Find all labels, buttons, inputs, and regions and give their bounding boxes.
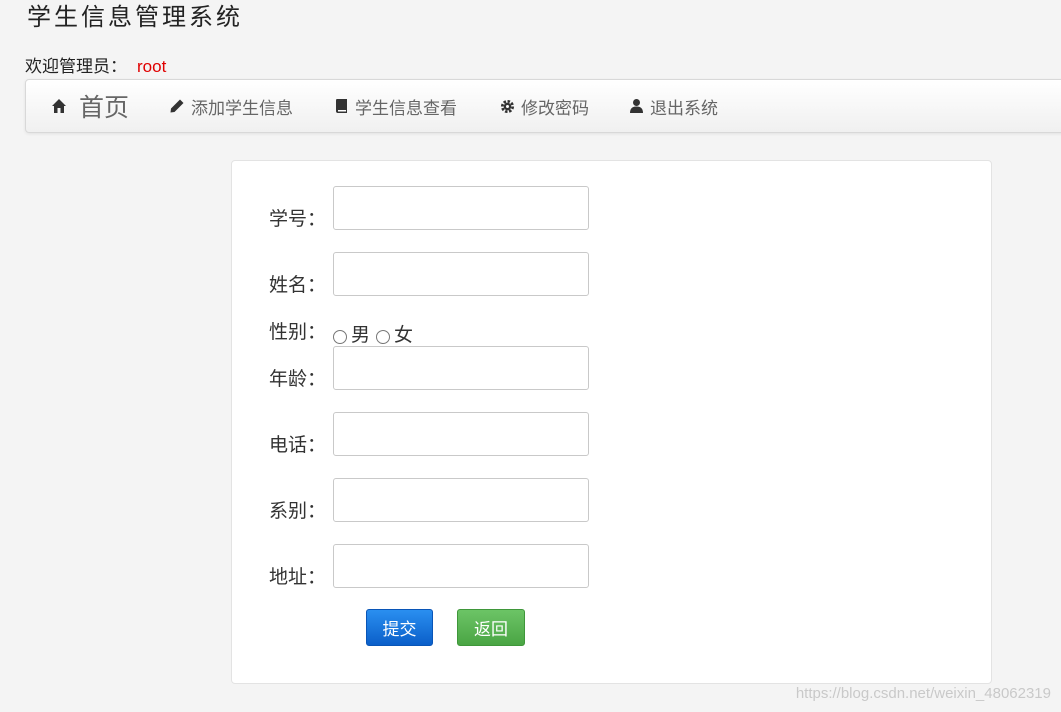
nav-home-label: 首页 [79, 93, 130, 122]
address-label: 地址： [269, 566, 327, 588]
user-icon [630, 99, 643, 113]
age-input[interactable] [333, 346, 589, 390]
phone-label: 电话： [269, 434, 327, 456]
username: root [137, 57, 167, 76]
gender-male-label: 男 [351, 324, 371, 346]
welcome-label: 欢迎管理员： [25, 57, 127, 77]
address-input[interactable] [333, 544, 589, 588]
back-button[interactable]: 返回 [457, 609, 525, 646]
pencil-icon [170, 99, 184, 113]
book-icon [336, 99, 347, 113]
gender-label: 性别： [269, 321, 327, 343]
app-title: 学生信息管理系统 [27, 3, 243, 31]
gender-female-label: 女 [394, 324, 414, 346]
nav-view-students[interactable]: 学生信息查看 [335, 80, 457, 132]
nav-change-password[interactable]: 修改密码 [500, 80, 589, 132]
nav-add-student-label: 添加学生信息 [191, 98, 293, 119]
watermark: https://blog.csdn.net/weixin_48062319 [795, 685, 1051, 702]
nav-home[interactable]: 首页 [51, 80, 129, 132]
gender-female-radio[interactable] [376, 329, 391, 344]
student-id-label: 学号： [269, 208, 327, 230]
welcome-text: 欢迎管理员： root [25, 56, 166, 78]
student-id-input[interactable] [333, 186, 589, 230]
nav-change-password-label: 修改密码 [521, 98, 589, 119]
nav-logout[interactable]: 退出系统 [629, 80, 718, 132]
nav-add-student[interactable]: 添加学生信息 [169, 80, 293, 132]
department-label: 系别： [269, 500, 327, 522]
department-input[interactable] [333, 478, 589, 522]
gender-male-radio[interactable] [333, 329, 347, 344]
home-icon [52, 99, 66, 113]
submit-button[interactable]: 提交 [366, 609, 433, 646]
top-navbar: 首页 添加学生信息 学生信息查看 修改密码 退出系统 [25, 79, 1061, 133]
nav-logout-label: 退出系统 [650, 98, 718, 119]
gender-radio-group: 男 女 [333, 320, 419, 347]
phone-input[interactable] [333, 412, 589, 456]
age-label: 年龄： [269, 368, 327, 390]
name-input[interactable] [333, 252, 589, 296]
name-label: 姓名： [269, 274, 327, 296]
nav-view-students-label: 学生信息查看 [355, 98, 457, 119]
gear-icon [500, 99, 515, 113]
